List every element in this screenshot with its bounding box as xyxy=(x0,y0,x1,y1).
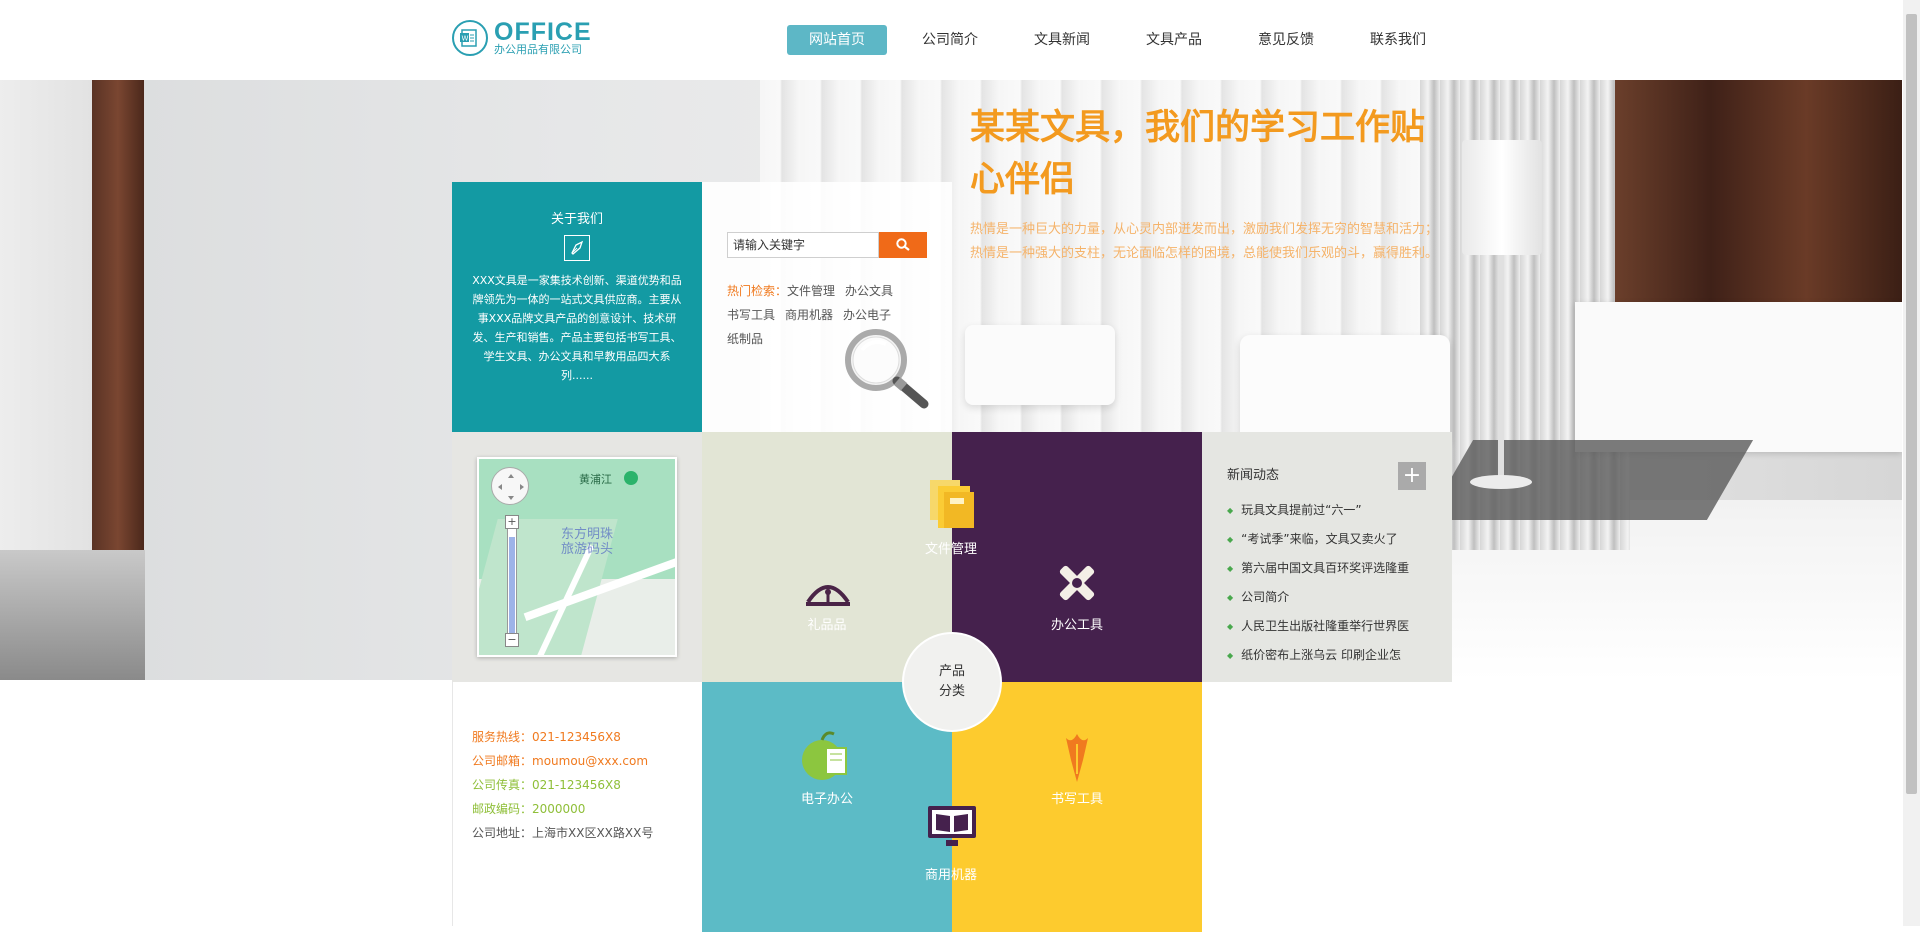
category-machine-label: 商用机器 xyxy=(924,868,978,883)
hero-sofa xyxy=(965,325,1115,405)
contact-fax: 公司传真：021-123456X8 xyxy=(472,778,621,792)
nav-contact[interactable]: 联系我们 xyxy=(1349,25,1447,55)
about-description: XXX文具是一家集技术创新、渠道优势和品牌领先为一体的一站式文具供应商。主要从事… xyxy=(472,274,682,382)
nav-home[interactable]: 网站首页 xyxy=(787,25,887,55)
category-gift[interactable] xyxy=(702,432,952,682)
hot-keyword[interactable]: 办公电子 xyxy=(843,308,891,322)
tools-icon xyxy=(1059,565,1095,601)
map-poi-icon xyxy=(624,471,638,485)
folder-icon xyxy=(930,480,974,528)
hot-keyword[interactable]: 办公文具 xyxy=(845,284,893,298)
map-tile: 黄浦江 东方明珠 旅游码头 + − xyxy=(452,432,702,682)
logo-main-text: OFFICE xyxy=(494,18,592,46)
monitor-book-icon xyxy=(928,806,976,846)
category-file-label[interactable]: 文件管理 xyxy=(925,538,977,557)
apple-book-icon xyxy=(802,731,847,780)
map-pan-control[interactable] xyxy=(491,467,529,505)
product-category-hub[interactable]: 产品 分类 xyxy=(902,632,1002,732)
news-title: 新闻动态 xyxy=(1227,468,1280,483)
contact-zip: 邮政编码：2000000 xyxy=(472,802,586,816)
hero-floor-left xyxy=(0,550,145,680)
hot-keyword[interactable]: 书写工具 xyxy=(727,308,775,322)
about-tile[interactable]: 关于我们 XXX文具是一家集技术创新、渠道优势和品牌领先为一体的一站式文具供应商… xyxy=(452,182,702,432)
hot-keywords-label: 热门检索： xyxy=(727,284,788,298)
search-input[interactable] xyxy=(727,232,879,258)
pen-nib-icon xyxy=(564,235,590,261)
news-item[interactable]: 纸价密布上涨乌云 印刷企业怎 xyxy=(1227,641,1432,670)
search-icon xyxy=(896,238,910,251)
gift-icon xyxy=(806,585,850,606)
nav-about[interactable]: 公司简介 xyxy=(901,25,999,55)
search-tile: 热门检索：文件管理办公文具 书写工具商用机器办公电子 纸制品 xyxy=(702,182,952,432)
news-item[interactable]: 玩具文具提前过“六一” xyxy=(1227,496,1432,525)
hero-title: 某某文具，我们的学习工作贴心伴侣 xyxy=(970,108,1426,200)
category-ebook-label: 电子办公 xyxy=(800,792,854,807)
map-label-river: 黄浦江 xyxy=(579,473,612,486)
site-header: W OFFICE 办公用品有限公司 网站首页 公司简介 文具新闻 文具产品 意见… xyxy=(0,0,1902,80)
hot-keyword[interactable]: 纸制品 xyxy=(727,332,763,346)
main-nav: 网站首页 公司简介 文具新闻 文具产品 意见反馈 联系我们 xyxy=(787,25,1461,55)
hub-label-line-2: 分类 xyxy=(938,684,965,699)
contact-email[interactable]: 公司邮箱：moumou@xxx.com xyxy=(472,752,648,769)
nav-products[interactable]: 文具产品 xyxy=(1125,25,1223,55)
news-item[interactable]: 第六届中国文具百环奖评选隆重 xyxy=(1227,554,1432,583)
category-pen-label: 书写工具 xyxy=(1050,792,1104,807)
brush-icon xyxy=(1066,734,1088,782)
logo-sub-text: 办公用品有限公司 xyxy=(494,43,582,56)
hot-keyword[interactable]: 商用机器 xyxy=(785,308,833,322)
contact-hotline: 服务热线：021-123456X8 xyxy=(472,730,621,744)
hero-text-line-1: 热情是一种巨大的力量，从心灵内部迸发而出，激励我们发挥无穷的智慧和活力； xyxy=(970,222,1439,237)
nav-feedback[interactable]: 意见反馈 xyxy=(1237,25,1335,55)
news-item[interactable]: “考试季”来临，文具又卖火了 xyxy=(1227,525,1432,554)
hero-desk xyxy=(1575,302,1902,452)
news-tile: 新闻动态 + 玩具文具提前过“六一” “考试季”来临，文具又卖火了 第六届中国文… xyxy=(1202,432,1452,682)
news-item[interactable]: 人民卫生出版社隆重举行世界医 xyxy=(1227,612,1432,641)
hero-lamp xyxy=(1462,140,1542,255)
news-more-button[interactable]: + xyxy=(1398,462,1426,490)
hero-text-line-2: 热情是一种强大的支柱，无论面临怎样的困境，总能使我们乐观的斗，赢得胜利。 xyxy=(970,246,1439,261)
location-map[interactable]: 黄浦江 东方明珠 旅游码头 + − xyxy=(477,457,677,657)
hero-armchair xyxy=(1240,335,1450,445)
hero-text: 热情是一种巨大的力量，从心灵内部迸发而出，激励我们发挥无穷的智慧和活力； 热情是… xyxy=(970,218,1445,266)
hero-lamp-base xyxy=(1470,475,1532,489)
hub-label-line-1: 产品 xyxy=(938,664,965,679)
news-list: 玩具文具提前过“六一” “考试季”来临，文具又卖火了 第六届中国文具百环奖评选隆… xyxy=(1227,496,1432,670)
search-form xyxy=(727,232,927,258)
category-gift-label: 礼品品 xyxy=(807,618,847,633)
svg-text:W: W xyxy=(462,35,469,43)
page-scrollbar[interactable] xyxy=(1903,0,1920,926)
search-button[interactable] xyxy=(879,232,927,258)
category-writing-tools[interactable] xyxy=(952,682,1202,932)
map-zoom-out-button[interactable]: − xyxy=(505,633,519,647)
map-zoom-level xyxy=(509,537,515,633)
contact-tile: 服务热线：021-123456X8 公司邮箱：moumou@xxx.com 公司… xyxy=(452,682,702,926)
news-item[interactable]: 公司简介 xyxy=(1227,583,1432,612)
word-logo-icon: W xyxy=(452,20,488,56)
scrollbar-thumb[interactable] xyxy=(1906,14,1917,794)
category-e-office[interactable] xyxy=(702,682,952,932)
about-title: 关于我们 xyxy=(550,212,603,227)
map-zoom-in-button[interactable]: + xyxy=(505,515,519,529)
hero-lamp-pole xyxy=(1498,255,1504,485)
hot-keyword[interactable]: 文件管理 xyxy=(787,284,835,298)
nav-news[interactable]: 文具新闻 xyxy=(1013,25,1111,55)
contact-address: 公司地址：上海市XX区XX路XX号 xyxy=(472,826,654,840)
magnifier-icon xyxy=(845,329,929,409)
category-office-label: 办公工具 xyxy=(1050,618,1104,633)
site-logo[interactable]: W OFFICE 办公用品有限公司 xyxy=(452,20,592,56)
map-label-pier: 东方明珠 旅游码头 xyxy=(561,527,614,557)
